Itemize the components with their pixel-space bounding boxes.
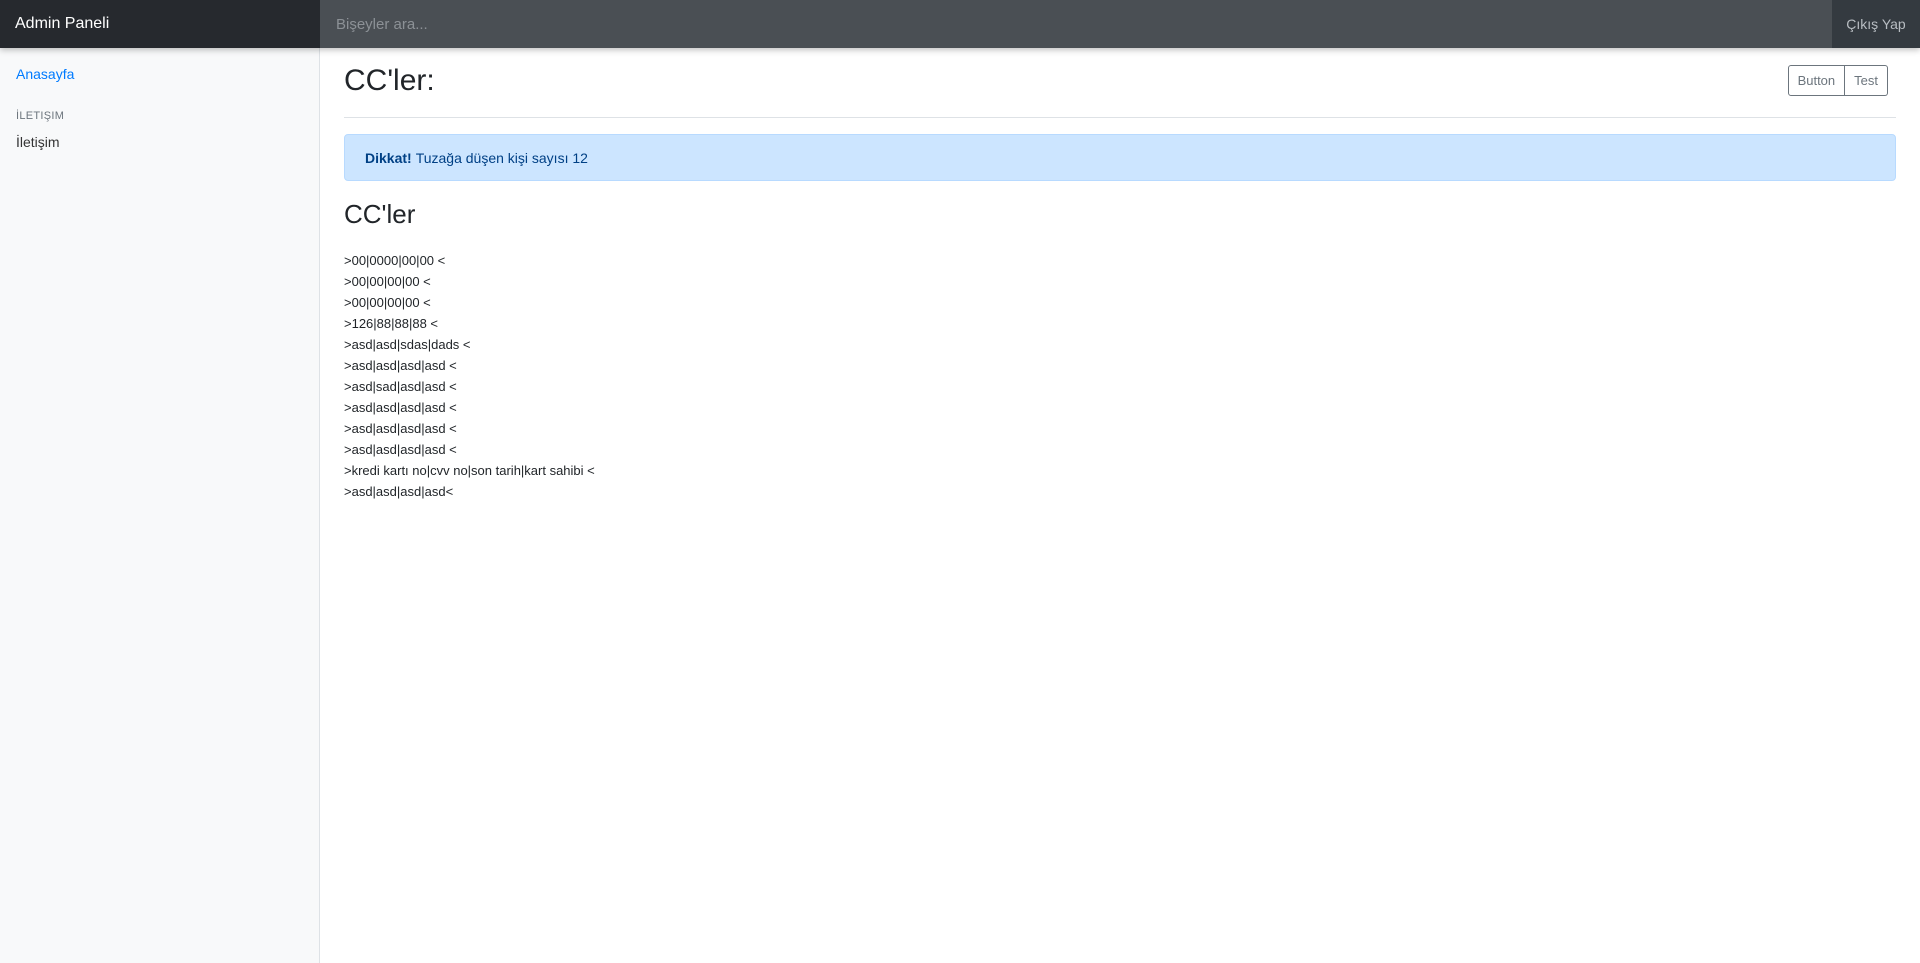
list-item: >asd|asd|asd|asd < — [344, 400, 457, 415]
sidebar-item-contact[interactable]: İletişim — [0, 134, 319, 150]
list-item: >asd|asd|asd|asd < — [344, 421, 457, 436]
button-button[interactable]: Button — [1787, 65, 1846, 96]
list-item: >126|88|88|88 < — [344, 316, 438, 331]
list-item: >00|00|00|00 < — [344, 295, 431, 310]
list-item: >kredi kartı no|cvv no|son tarih|kart sa… — [344, 463, 595, 478]
list-item: >00|0000|00|00 < — [344, 253, 446, 268]
list-item: >asd|sad|asd|asd < — [344, 379, 457, 394]
sidebar-section-heading: İLETIŞIM — [16, 110, 65, 122]
button-group: Button Test — [1787, 65, 1888, 96]
list-item: >asd|asd|asd|asd < — [344, 358, 457, 373]
page-title: CC'ler: — [344, 63, 435, 97]
alert-strong: Dikkat! — [365, 149, 412, 166]
search-input[interactable] — [320, 0, 1832, 48]
list-item: >asd|asd|sdas|dads < — [344, 337, 471, 352]
main-content: CC'ler: Button Test Dikkat! Tuzağa düşen… — [344, 48, 1896, 502]
info-alert: Dikkat! Tuzağa düşen kişi sayısı 12 — [344, 134, 1896, 181]
list-item: >asd|asd|asd|asd < — [344, 442, 457, 457]
test-button[interactable]: Test — [1845, 65, 1888, 96]
top-navbar: Admin Paneli Çıkış Yap — [0, 0, 1920, 48]
logout-link[interactable]: Çıkış Yap — [1832, 0, 1920, 48]
section-title: CC'ler — [344, 199, 416, 229]
records-list: >00|0000|00|00 < >00|00|00|00 < >00|00|0… — [344, 250, 1896, 502]
brand-title[interactable]: Admin Paneli — [0, 0, 320, 48]
sidebar: Anasayfa İLETIŞIM İletişim — [0, 48, 320, 963]
alert-text: Tuzağa düşen kişi sayısı 12 — [415, 149, 588, 166]
sidebar-item-home[interactable]: Anasayfa — [0, 66, 319, 82]
list-item: >asd|asd|asd|asd< — [344, 484, 454, 499]
page-header: CC'ler: Button Test — [344, 48, 1896, 118]
list-item: >00|00|00|00 < — [344, 274, 431, 289]
